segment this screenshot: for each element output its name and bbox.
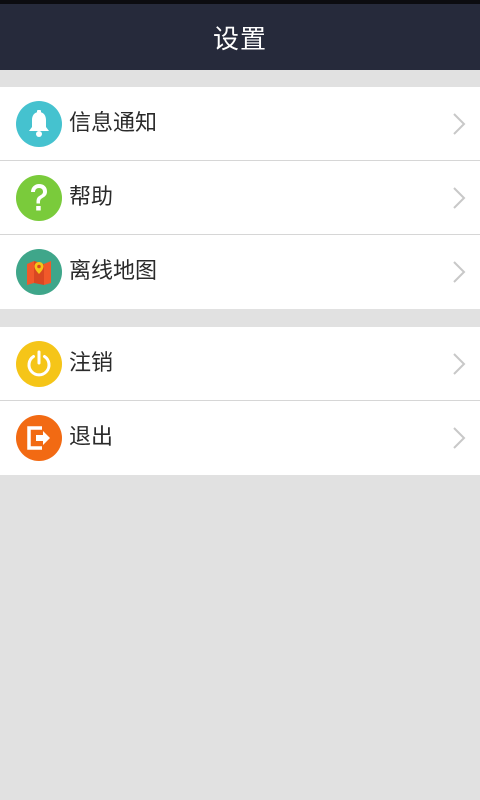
settings-item-logout[interactable]: 注销: [0, 327, 480, 401]
settings-item-exit[interactable]: 退出: [0, 401, 480, 475]
settings-item-notifications[interactable]: 信息通知: [0, 87, 480, 161]
page-title: 设置: [212, 24, 267, 55]
chevron-right-icon: [453, 261, 466, 283]
settings-group-1: 信息通知 帮助 离线地图: [0, 87, 480, 309]
settings-item-offline-map[interactable]: 离线地图: [0, 235, 480, 309]
power-icon: [16, 341, 62, 387]
question-icon: [16, 175, 62, 221]
settings-item-label: 信息通知: [69, 111, 158, 136]
settings-item-label: 注销: [69, 351, 114, 376]
exit-icon: [16, 415, 62, 461]
chevron-right-icon: [453, 427, 466, 449]
title-bar: 设置: [0, 4, 480, 70]
chevron-right-icon: [453, 353, 466, 375]
settings-item-help[interactable]: 帮助: [0, 161, 480, 235]
map-icon: [16, 249, 62, 295]
settings-item-label: 退出: [69, 425, 114, 450]
settings-item-label: 帮助: [69, 185, 114, 210]
chevron-right-icon: [453, 187, 466, 209]
chevron-right-icon: [453, 113, 466, 135]
settings-item-label: 离线地图: [69, 259, 158, 284]
bell-icon: [16, 101, 62, 147]
settings-group-2: 注销 退出: [0, 327, 480, 475]
